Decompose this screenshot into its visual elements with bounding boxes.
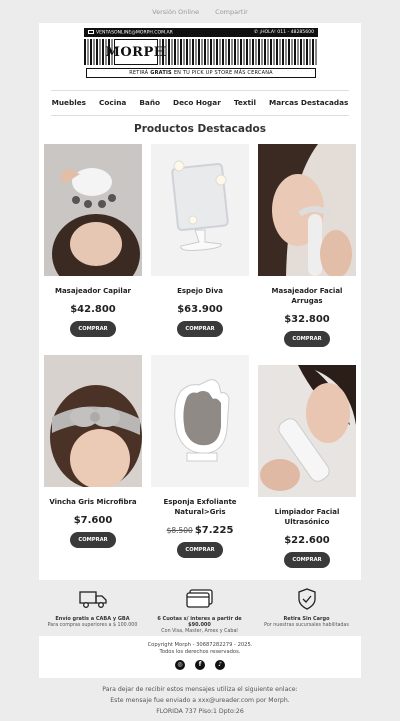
product-card: Limpiador Facial Ultrasónico $22.600 COM… bbox=[258, 365, 356, 568]
product-price: $8.500 $7.225 bbox=[166, 525, 234, 536]
nav-item-muebles[interactable]: Muebles bbox=[52, 98, 86, 107]
product-price: $42.800 bbox=[70, 304, 116, 315]
pickup-strip: RETIRÁ GRATIS EN TU PICK UP STORE MÁS CE… bbox=[86, 68, 316, 78]
category-nav: Muebles Cocina Baño Deco Hogar Textil Ma… bbox=[39, 98, 361, 107]
product-name: Espejo Diva bbox=[177, 287, 223, 295]
product-image-headband[interactable] bbox=[44, 355, 142, 487]
nav-item-cocina[interactable]: Cocina bbox=[99, 98, 126, 107]
benefits-strip: Envío gratis a CABA y GBA Para compras s… bbox=[39, 584, 361, 636]
nav-item-bano[interactable]: Baño bbox=[139, 98, 160, 107]
top-links: Versión Online Compartir bbox=[0, 8, 400, 16]
copyright-line: Copyright Morph - 30687282279 - 2025. bbox=[147, 642, 253, 648]
buy-button[interactable]: COMPRAR bbox=[70, 321, 116, 337]
social-links: ◎ f ♪ bbox=[39, 660, 361, 670]
share-link[interactable]: Compartir bbox=[215, 8, 248, 16]
product-image-scalp-massager[interactable] bbox=[44, 144, 142, 276]
buy-button[interactable]: COMPRAR bbox=[177, 321, 223, 337]
email-card: VENTASONLINE@MORPH.COM.AR ✆ ¡HOLA! 011 -… bbox=[39, 23, 361, 580]
instagram-icon[interactable]: ◎ bbox=[175, 660, 185, 670]
benefit-pickup: Retira Sin Cargo Por nuestras sucursales… bbox=[253, 584, 360, 628]
buy-button[interactable]: COMPRAR bbox=[284, 331, 330, 347]
product-card: Esponja Exfoliante Natural>Gris $8.500 $7… bbox=[151, 355, 249, 558]
product-price: $32.800 bbox=[284, 314, 330, 325]
product-price: $22.600 bbox=[284, 535, 330, 546]
shield-check-icon bbox=[253, 587, 360, 611]
mail-icon bbox=[88, 29, 94, 34]
product-card: Masajeador Capilar $42.800 COMPRAR bbox=[44, 144, 142, 337]
product-name: Limpiador Facial Ultrasónico bbox=[274, 508, 340, 526]
contact-bar: VENTASONLINE@MORPH.COM.AR ✆ ¡HOLA! 011 -… bbox=[84, 28, 318, 37]
product-card: Espejo Diva $63.900 COMPRAR bbox=[151, 144, 249, 337]
benefit-installments: 6 Cuotas s/ interes a partir de $90.000 … bbox=[146, 584, 253, 634]
address-line: FLORIDA 737 Piso:1 Dpto:26 bbox=[156, 708, 244, 715]
product-name: Esponja Exfoliante Natural>Gris bbox=[163, 498, 237, 516]
online-version-link[interactable]: Versión Online bbox=[152, 8, 199, 16]
unsubscribe-line[interactable]: Para dejar de recibir estos mensajes uti… bbox=[0, 684, 400, 695]
product-card: Vincha Gris Microfibra $7.600 COMPRAR bbox=[44, 355, 142, 548]
nav-item-deco-hogar[interactable]: Deco Hogar bbox=[173, 98, 221, 107]
tiktok-icon[interactable]: ♪ bbox=[215, 660, 225, 670]
product-name: Masajeador Facial Arrugas bbox=[271, 287, 343, 305]
rights-line: Todos los derechos reservados. bbox=[159, 649, 241, 655]
buy-button[interactable]: COMPRAR bbox=[70, 532, 116, 548]
header-banner[interactable]: VENTASONLINE@MORPH.COM.AR ✆ ¡HOLA! 011 -… bbox=[84, 28, 318, 80]
old-price: $8.500 bbox=[166, 526, 193, 535]
facebook-icon[interactable]: f bbox=[195, 660, 205, 670]
morph-logo: MORPH bbox=[105, 39, 166, 65]
nav-item-marcas-destacadas[interactable]: Marcas Destacadas bbox=[269, 98, 348, 107]
truck-icon bbox=[39, 587, 146, 611]
sent-to-line: Este mensaje fue enviado a xxx@ureader.c… bbox=[110, 697, 290, 704]
copyright-block: Copyright Morph - 30687282279 - 2025. To… bbox=[39, 636, 361, 678]
contact-email: VENTASONLINE@MORPH.COM.AR bbox=[96, 30, 173, 36]
product-image-mirror[interactable] bbox=[151, 144, 249, 276]
product-name: Masajeador Capilar bbox=[54, 287, 131, 295]
contact-phone: ¡HOLA! 011 - 48285600 bbox=[259, 30, 314, 35]
unsubscribe-block: Para dejar de recibir estos mensajes uti… bbox=[0, 684, 400, 717]
nav-item-textil[interactable]: Textil bbox=[234, 98, 256, 107]
product-price: $7.600 bbox=[73, 515, 113, 526]
product-name: Vincha Gris Microfibra bbox=[49, 498, 137, 506]
buy-button[interactable]: COMPRAR bbox=[284, 552, 330, 568]
section-title: Productos Destacados bbox=[134, 123, 266, 135]
divider bbox=[51, 115, 349, 116]
credit-card-icon bbox=[146, 587, 253, 611]
product-image-ultrasonic-cleaner[interactable] bbox=[258, 365, 356, 497]
divider bbox=[51, 90, 349, 91]
product-card: Masajeador Facial Arrugas $32.800 COMPRA… bbox=[258, 144, 356, 347]
benefit-shipping: Envío gratis a CABA y GBA Para compras s… bbox=[39, 584, 146, 628]
product-image-facial-massager[interactable] bbox=[258, 144, 356, 276]
buy-button[interactable]: COMPRAR bbox=[177, 542, 223, 558]
product-image-exfoliating-sponge[interactable] bbox=[151, 355, 249, 487]
product-price: $63.900 bbox=[177, 304, 223, 315]
